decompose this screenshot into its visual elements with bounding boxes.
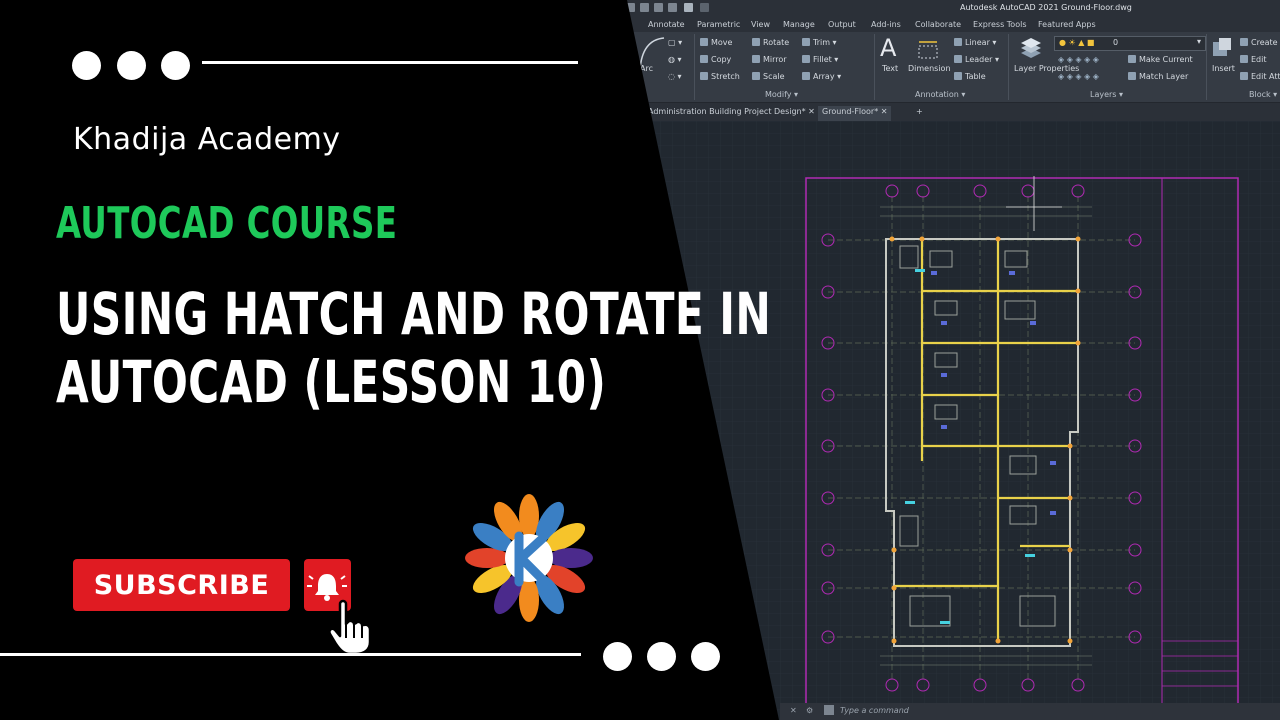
decorative-dot <box>161 51 190 80</box>
video-title-line1: USING HATCH AND ROTATE IN <box>56 280 772 348</box>
video-title: USING HATCH AND ROTATE IN AUTOCAD (LESSO… <box>56 280 771 416</box>
decorative-dot <box>691 642 720 671</box>
course-label: AUTOCAD COURSE <box>56 198 398 249</box>
decorative-dot <box>72 51 101 80</box>
academy-name: Khadija Academy <box>73 122 341 157</box>
video-title-line2: AUTOCAD (LESSON 10) <box>56 348 607 416</box>
subscribe-button[interactable]: SUBSCRIBE <box>73 559 290 611</box>
decorative-line <box>202 61 578 64</box>
decorative-dot <box>117 51 146 80</box>
thumbnail-overlay: Khadija Academy AUTOCAD COURSE USING HAT… <box>0 0 1280 720</box>
decorative-dot <box>603 642 632 671</box>
academy-logo-icon <box>465 494 593 622</box>
decorative-line <box>0 653 581 656</box>
decorative-dot <box>647 642 676 671</box>
hand-pointer-icon <box>328 599 372 656</box>
